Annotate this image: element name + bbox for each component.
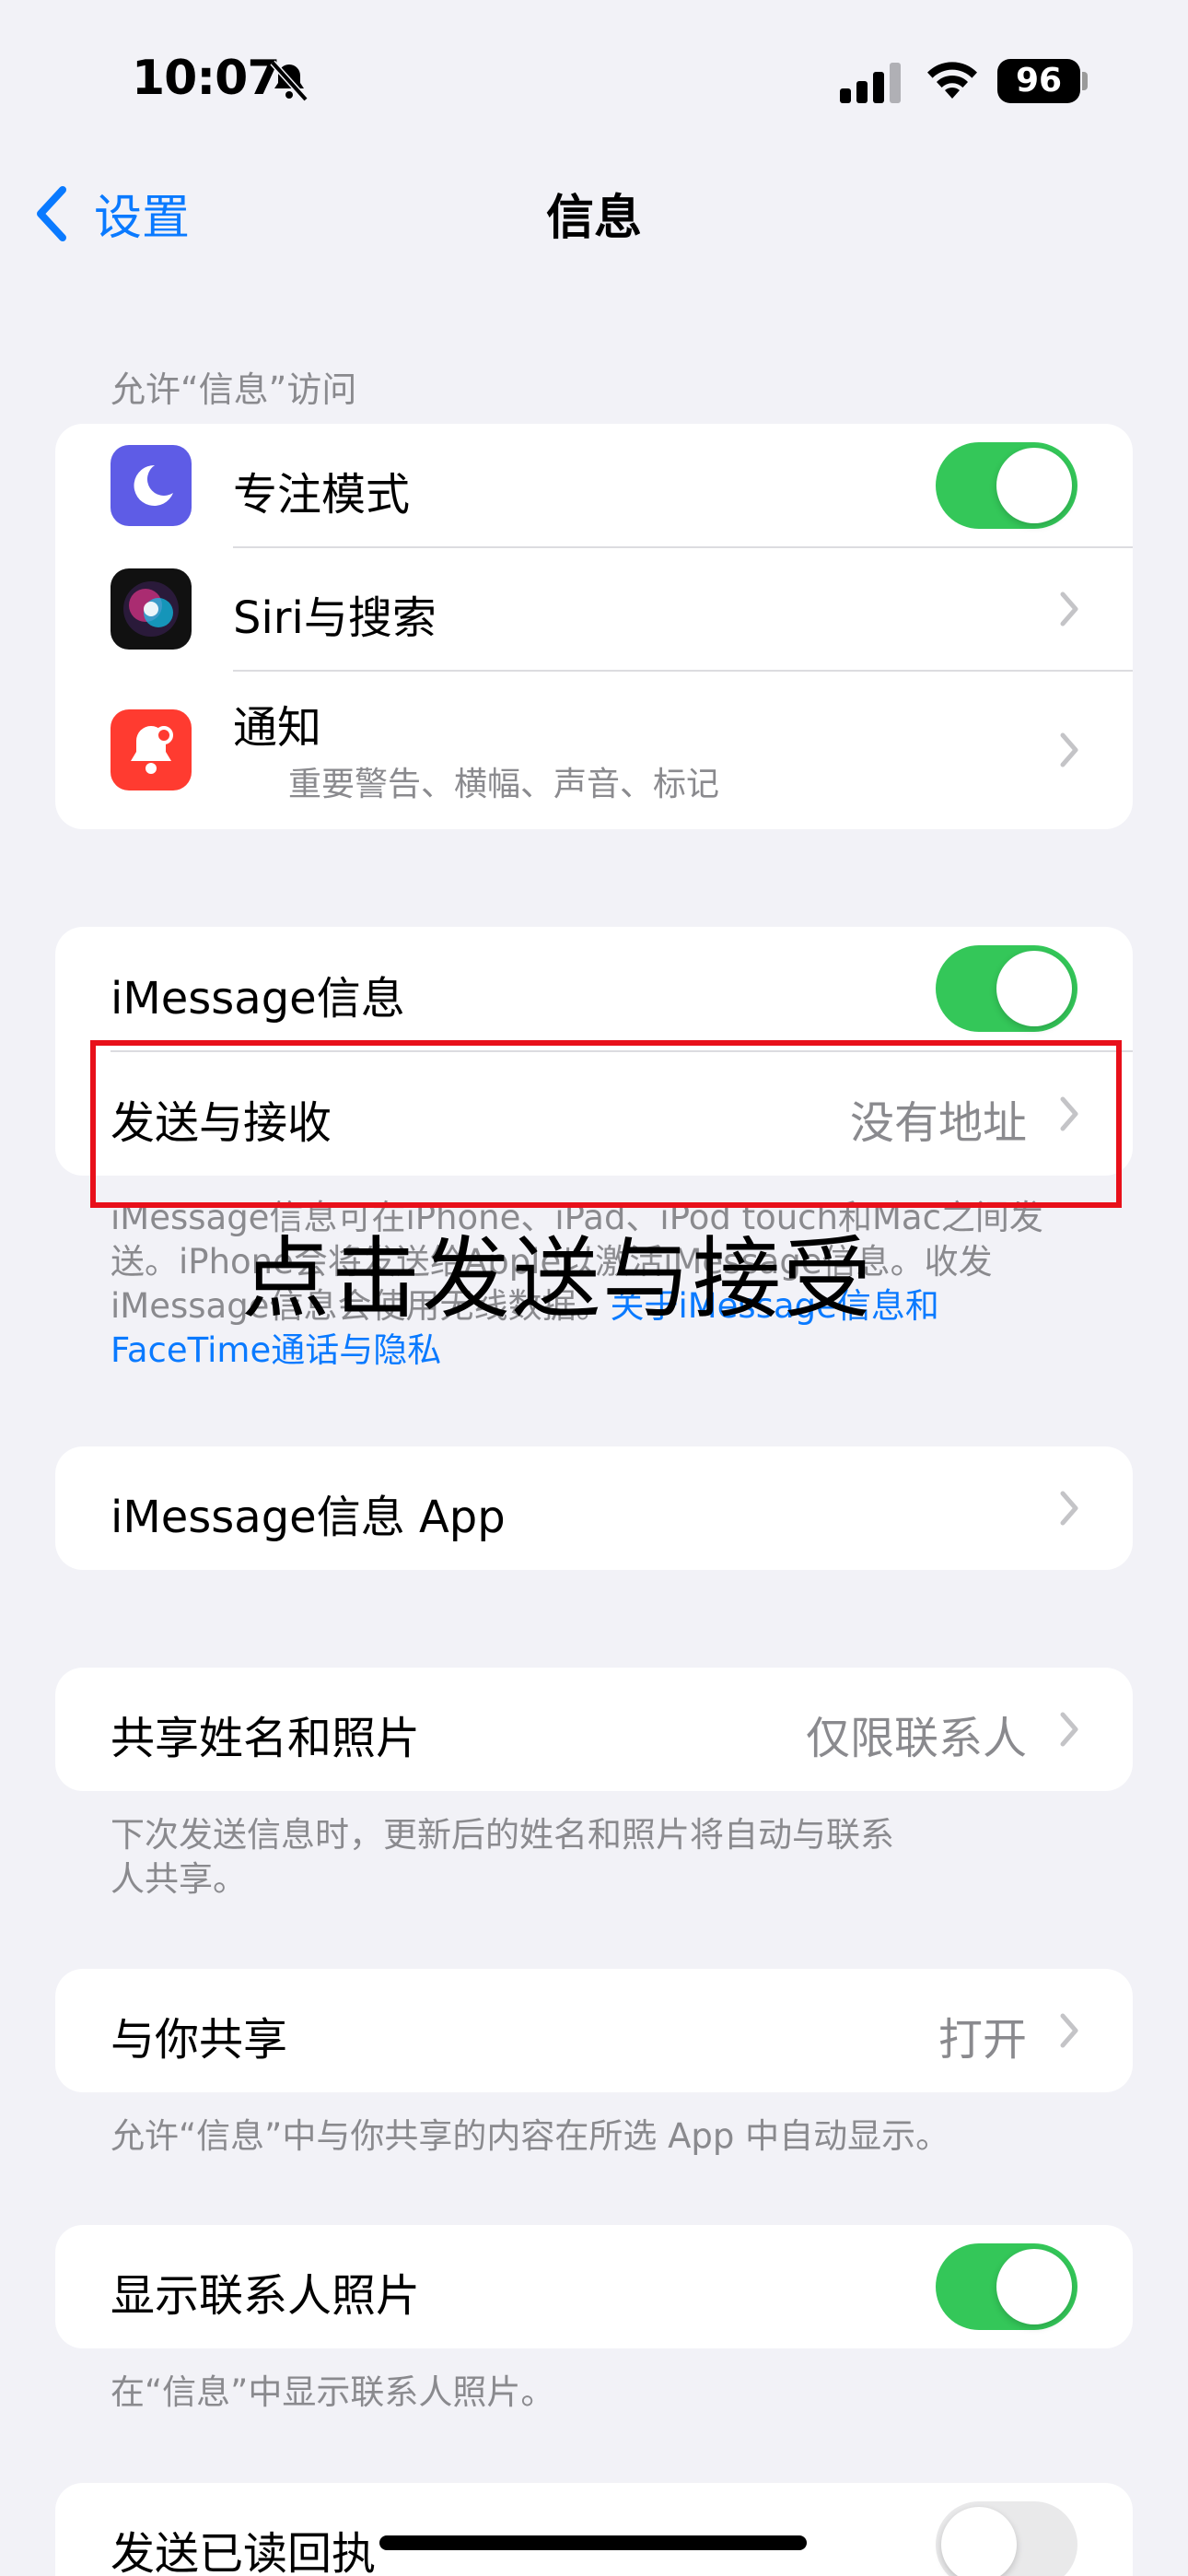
focus-row[interactable]: 专注模式 — [55, 424, 1133, 547]
chevron-left-icon — [37, 185, 66, 241]
shared-with-you-value: 打开 — [938, 2014, 1027, 2066]
focus-label: 专注模式 — [233, 469, 411, 521]
highlight-box — [90, 1040, 1122, 1208]
contact-photos-footer: 在“信息”中显示联系人照片。 — [111, 2372, 555, 2412]
access-card: 专注模式 Siri与搜索 通知 重要警告、横幅、声音、标记 — [55, 424, 1133, 829]
chevron-right-icon — [1060, 2013, 1078, 2048]
share-name-row[interactable]: 共享姓名和照片 仅限联系人 — [55, 1668, 1133, 1791]
read-receipts-label: 发送已读回执 — [111, 2528, 377, 2576]
bell-slash-icon — [270, 60, 309, 102]
imessage-toggle[interactable] — [936, 945, 1077, 1032]
shared-with-you-card: 与你共享 打开 — [55, 1969, 1133, 2092]
back-label: 设置 — [94, 191, 191, 246]
share-name-footer: 下次发送信息时，更新后的姓名和照片将自动与联系人共享。 — [111, 1815, 894, 1899]
wifi-icon — [927, 62, 977, 99]
contact-photos-toggle[interactable] — [936, 2243, 1077, 2330]
shared-with-you-footer: 允许“信息”中与你共享的内容在所选 App 中自动显示。 — [111, 2116, 950, 2156]
notifications-row[interactable]: 通知 重要警告、横幅、声音、标记 — [55, 671, 1133, 829]
share-name-label: 共享姓名和照片 — [111, 1713, 421, 1764]
chevron-right-icon — [1060, 1491, 1078, 1526]
contact-photos-row[interactable]: 显示联系人照片 — [55, 2225, 1133, 2348]
shared-with-you-row[interactable]: 与你共享 打开 — [55, 1969, 1133, 2092]
read-receipts-row[interactable]: 发送已读回执 — [55, 2483, 1133, 2576]
share-name-value: 仅限联系人 — [805, 1713, 1027, 1764]
imessage-apps-card: iMessage信息 App — [55, 1446, 1133, 1570]
siri-label: Siri与搜索 — [233, 592, 437, 644]
home-indicator[interactable] — [379, 2535, 807, 2550]
chevron-right-icon — [1060, 1712, 1078, 1747]
imessage-row[interactable]: iMessage信息 — [55, 927, 1133, 1051]
status-time: 10:07 — [132, 51, 281, 106]
notifications-label: 通知 — [233, 702, 322, 754]
focus-toggle[interactable] — [936, 442, 1077, 529]
siri-icon — [111, 568, 192, 650]
shared-with-you-label: 与你共享 — [111, 2014, 288, 2066]
notifications-sublabel: 重要警告、横幅、声音、标记 — [288, 766, 720, 803]
imessage-label: iMessage信息 — [111, 973, 405, 1025]
back-button[interactable]: 设置 — [33, 179, 190, 248]
contact-photos-label: 显示联系人照片 — [111, 2270, 421, 2322]
siri-row[interactable]: Siri与搜索 — [55, 547, 1133, 671]
imessage-apps-label: iMessage信息 App — [111, 1492, 506, 1543]
contact-photos-card: 显示联系人照片 — [55, 2225, 1133, 2348]
battery-icon: 96 — [997, 59, 1080, 103]
share-name-card: 共享姓名和照片 仅限联系人 — [55, 1668, 1133, 1791]
chevron-right-icon — [1060, 732, 1078, 767]
read-receipts-card: 发送已读回执 — [55, 2483, 1133, 2576]
imessage-apps-row[interactable]: iMessage信息 App — [55, 1446, 1133, 1570]
read-receipts-toggle[interactable] — [936, 2501, 1077, 2576]
bell-icon — [111, 709, 192, 790]
chevron-right-icon — [1060, 591, 1078, 626]
cellular-signal-icon — [840, 63, 901, 103]
annotation-text: 点击发送与接受 — [241, 1227, 873, 1330]
battery-tip — [1082, 72, 1088, 90]
moon-icon — [111, 445, 192, 526]
section-header-access: 允许“信息”访问 — [111, 369, 357, 410]
